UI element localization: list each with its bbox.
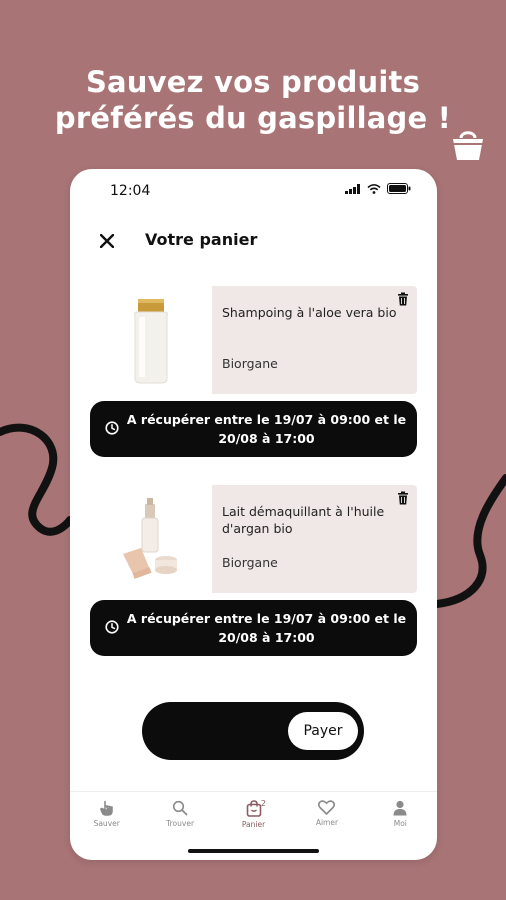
trash-icon[interactable] xyxy=(397,491,409,505)
close-button[interactable] xyxy=(89,223,125,259)
pickup-window-banner: A récupérer entre le 19/07 à 09:00 et le… xyxy=(90,401,417,457)
heart-icon xyxy=(318,800,336,815)
bag-icon xyxy=(246,800,261,817)
nav-item-moi[interactable]: Moi xyxy=(364,792,437,839)
nav-label: Moi xyxy=(393,819,407,828)
page-title: Votre panier xyxy=(145,230,258,249)
user-icon xyxy=(393,800,407,816)
product-brand: Biorgane xyxy=(222,555,278,570)
product-info: Shampoing à l'aloe vera bio Biorgane xyxy=(212,286,417,394)
trash-icon[interactable] xyxy=(397,292,409,306)
headline-line-1: Sauvez vos produits xyxy=(85,65,421,99)
product-image-shampoo xyxy=(90,286,212,394)
product-brand: Biorgane xyxy=(222,356,278,371)
promo-headline: Sauvez vos produits préférés du gaspilla… xyxy=(0,64,506,136)
search-icon xyxy=(173,800,188,816)
status-time: 12:04 xyxy=(110,183,151,199)
hand-icon xyxy=(99,800,113,816)
pickup-window-text: A récupérer entre le 19/07 à 09:00 et le… xyxy=(126,611,407,645)
home-indicator xyxy=(188,849,319,853)
product-name: Shampoing à l'aloe vera bio xyxy=(222,305,397,320)
nav-item-sauver[interactable]: Sauver xyxy=(70,792,143,839)
signal-icon xyxy=(345,183,360,194)
nav-label: Panier xyxy=(241,820,266,829)
headline-line-2: préférés du gaspillage ! xyxy=(54,101,452,135)
status-bar: 12:04 xyxy=(70,169,437,209)
product-info: Lait démaquillant à l'huile d'argan bio … xyxy=(212,485,417,593)
wifi-icon xyxy=(367,183,381,194)
pickup-window-text: A récupérer entre le 19/07 à 09:00 et le… xyxy=(126,412,407,446)
cart-item-card[interactable]: Shampoing à l'aloe vera bio Biorgane xyxy=(90,286,417,394)
product-name: Lait démaquillant à l'huile d'argan bio xyxy=(222,504,385,536)
cart-item-card[interactable]: Lait démaquillant à l'huile d'argan bio … xyxy=(90,485,417,593)
clock-icon xyxy=(105,421,119,435)
product-image-cleansing-milk xyxy=(90,485,212,593)
pickup-window-banner: A récupérer entre le 19/07 à 09:00 et le… xyxy=(90,600,417,656)
pay-button[interactable]: Payer xyxy=(288,712,358,750)
nav-item-trouver[interactable]: Trouver xyxy=(143,792,216,839)
nav-label: Sauver xyxy=(93,819,120,828)
battery-icon xyxy=(387,183,411,194)
checkout-bar: Payer xyxy=(142,702,364,760)
phone-screen: 12:04 Votre panier Shampoing à l'aloe ve… xyxy=(70,169,437,860)
bottom-nav: Sauver Trouver 2 Panier Aimer Moi xyxy=(70,791,437,839)
shopping-bag-icon xyxy=(453,131,483,160)
nav-label: Aimer xyxy=(315,818,339,827)
clock-icon xyxy=(105,620,119,634)
nav-item-aimer[interactable]: Aimer xyxy=(290,792,363,839)
cart-header: Votre panier xyxy=(70,221,437,261)
close-icon xyxy=(100,234,114,248)
cart-count-badge: 2 xyxy=(260,799,266,808)
nav-item-panier[interactable]: 2 Panier xyxy=(217,792,290,839)
nav-label: Trouver xyxy=(166,819,195,828)
